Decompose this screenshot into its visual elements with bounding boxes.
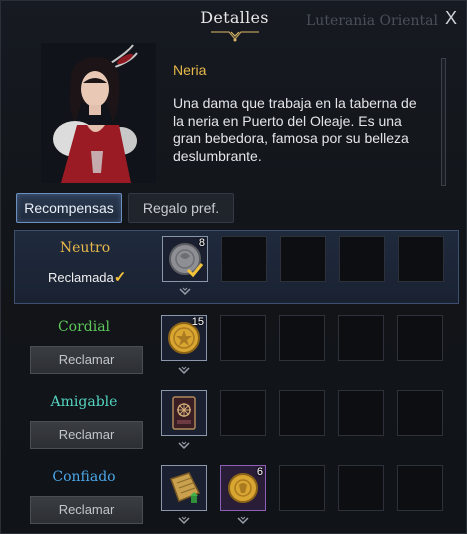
empty-slot [220,390,266,436]
claim-button[interactable]: Reclamar [30,496,143,524]
reward-quantity: 8 [198,237,205,249]
reward-slot[interactable]: 8 [162,236,208,282]
empty-slot [338,390,384,436]
tier-name: Cordial [57,319,111,335]
reward-slot[interactable] [161,390,207,436]
reward-slot[interactable]: 15 [161,315,207,361]
npc-portrait [41,43,156,183]
empty-slot [279,390,325,436]
tier-row-cordial: Cordial Reclamar 15 [14,310,459,384]
empty-slot [338,465,384,511]
tab-rewards[interactable]: Recompensas [16,193,122,223]
title-ornament-icon [211,31,259,42]
empty-slot [397,465,443,511]
chevron-down-icon [178,441,190,450]
tier-row-friendly: Amigable Reclamar [14,385,459,459]
empty-slot [339,236,385,282]
claim-button[interactable]: Reclamar [30,346,143,374]
empty-slot [397,390,443,436]
chevron-down-icon [178,516,190,525]
reward-slot[interactable] [161,465,207,511]
tier-name: Confiado [52,469,116,485]
empty-slot [398,236,444,282]
chevron-down-icon [179,287,191,296]
empty-slot [280,236,326,282]
reward-quantity: 15 [191,316,204,328]
empty-slot [279,465,325,511]
empty-slot [220,315,266,361]
claim-button[interactable]: Reclamar [30,421,143,449]
description-scrollbar[interactable] [441,58,446,186]
card-icon [172,396,196,430]
map-scroll-icon [170,472,201,503]
header: Luterania Oriental Detalles X [1,1,467,42]
reward-slot[interactable]: 6 [220,465,266,511]
tier-row-trusted: Confiado Reclamar 6 [14,460,459,534]
tier-name: Neutro [59,240,111,256]
empty-slot [338,315,384,361]
empty-slot [221,236,267,282]
panel-title: Detalles [200,8,269,27]
tier-name: Amigable [50,394,118,410]
empty-slot [397,315,443,361]
close-button[interactable]: X [441,8,461,28]
npc-description: Una dama que trabaja en la taberna de la… [173,95,417,164]
chevron-down-icon [237,516,249,525]
tier-row-neutral: Neutro Reclamada✓ 8 [14,230,459,304]
chevron-down-icon [178,366,190,375]
claimed-status: Reclamada✓ [48,268,126,286]
npc-name: Neria [173,62,207,78]
details-panel: Luterania Oriental Detalles X Neria Una … [0,0,467,534]
reward-quantity: 6 [256,466,263,478]
checkmark-icon: ✓ [113,269,127,286]
tab-preferred-gift[interactable]: Regalo pref. [128,193,234,223]
claimed-label: Reclamada [48,270,114,285]
empty-slot [279,315,325,361]
